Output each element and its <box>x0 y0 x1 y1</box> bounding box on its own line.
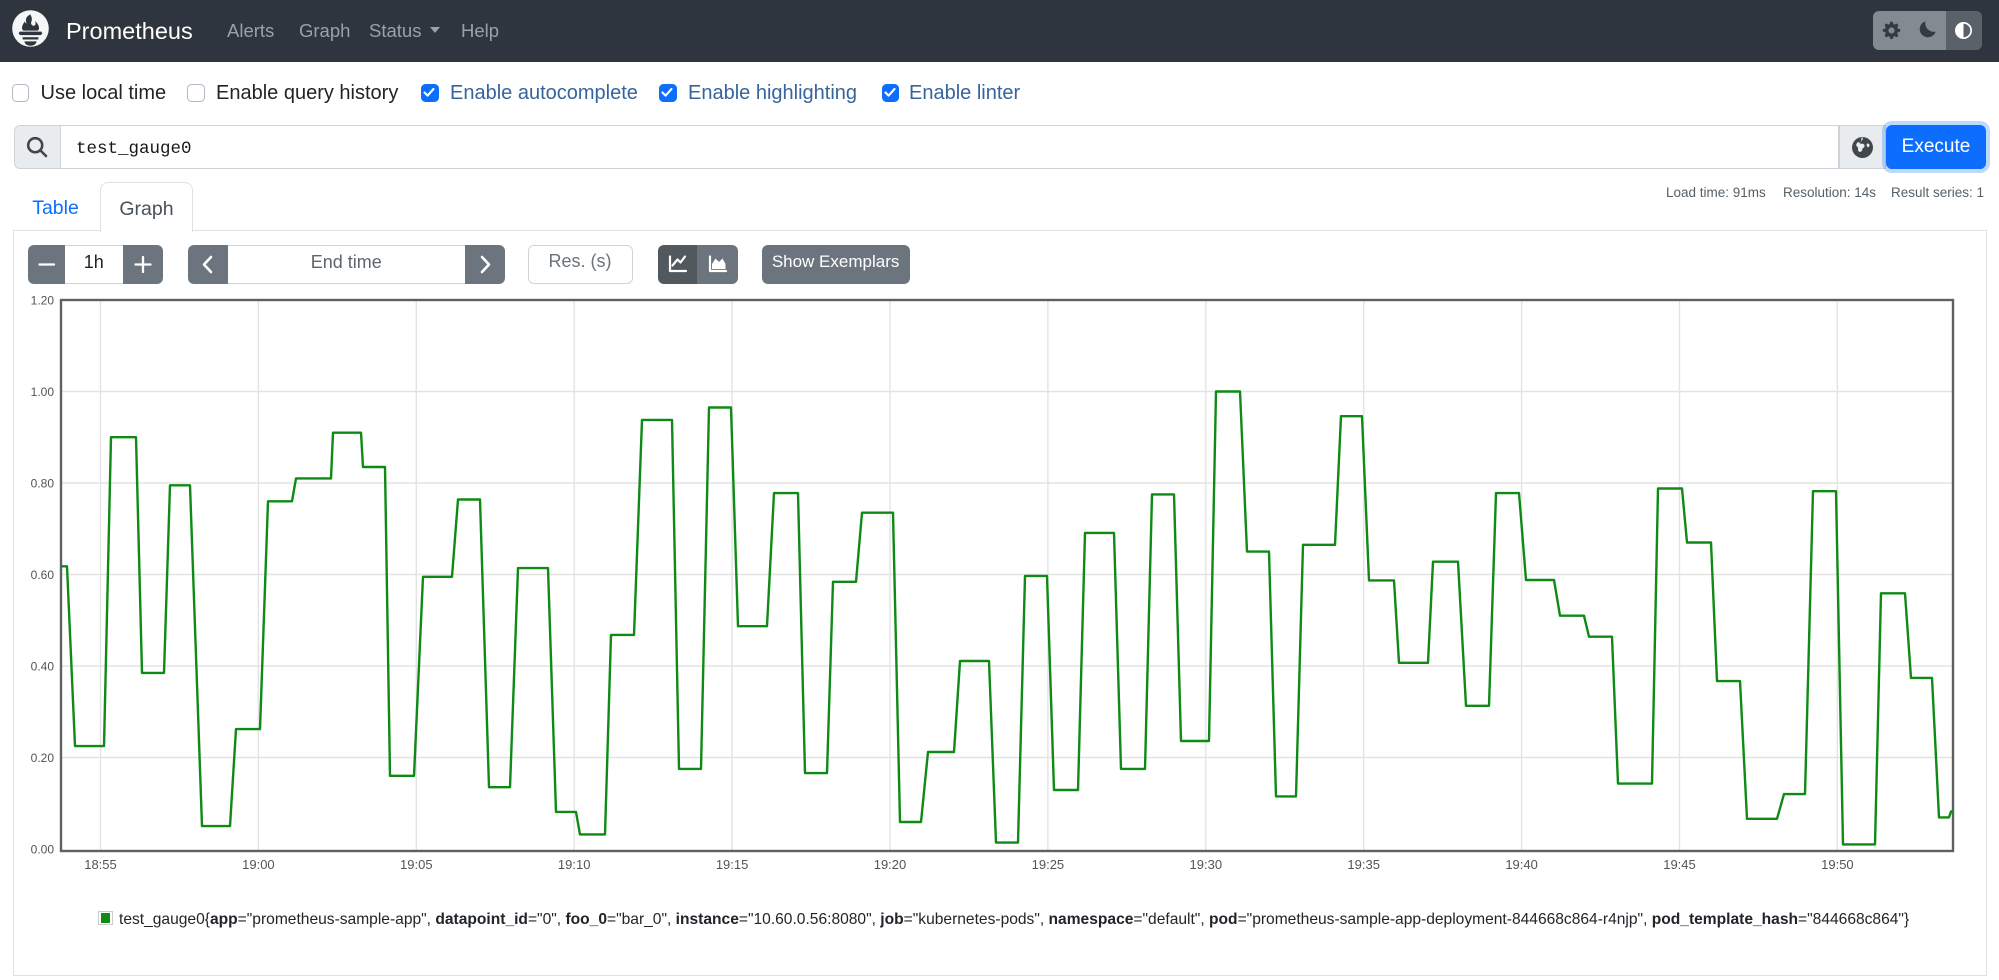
svg-text:0.60: 0.60 <box>31 568 55 582</box>
svg-text:0.80: 0.80 <box>31 476 55 490</box>
svg-text:19:30: 19:30 <box>1190 857 1223 872</box>
svg-text:19:50: 19:50 <box>1821 857 1854 872</box>
svg-text:19:25: 19:25 <box>1032 857 1065 872</box>
svg-text:19:00: 19:00 <box>242 857 275 872</box>
svg-text:19:15: 19:15 <box>716 857 749 872</box>
svg-text:19:40: 19:40 <box>1505 857 1538 872</box>
svg-text:18:55: 18:55 <box>84 857 117 872</box>
svg-text:1.20: 1.20 <box>31 293 55 307</box>
svg-text:19:05: 19:05 <box>400 857 433 872</box>
svg-text:0.00: 0.00 <box>31 842 55 856</box>
svg-text:19:35: 19:35 <box>1347 857 1380 872</box>
svg-text:1.00: 1.00 <box>31 385 55 399</box>
svg-text:19:20: 19:20 <box>874 857 907 872</box>
svg-text:0.20: 0.20 <box>31 751 55 765</box>
svg-text:19:45: 19:45 <box>1663 857 1696 872</box>
svg-text:0.40: 0.40 <box>31 659 55 673</box>
svg-text:19:10: 19:10 <box>558 857 591 872</box>
